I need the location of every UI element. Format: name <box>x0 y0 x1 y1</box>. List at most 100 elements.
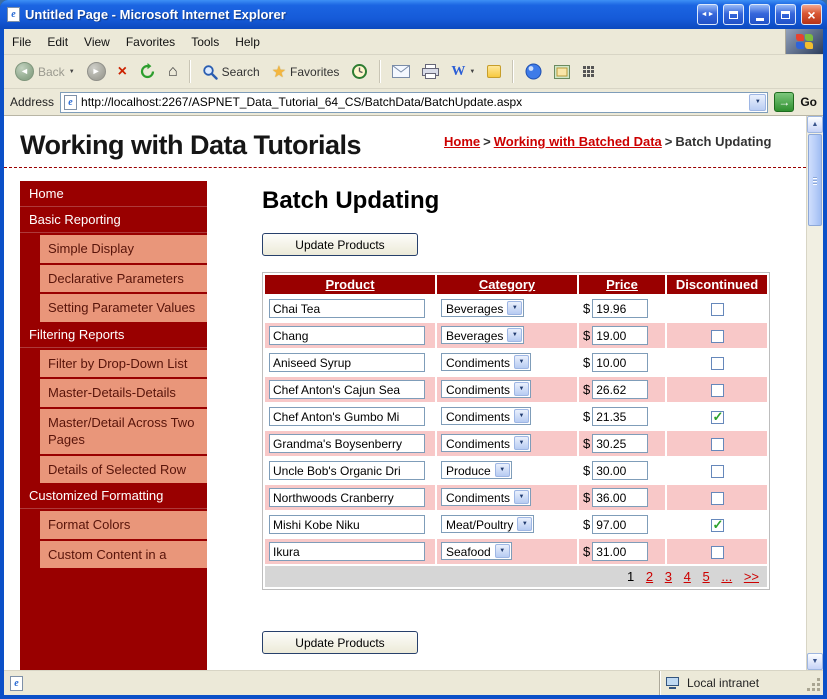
pager-next-link[interactable]: >> <box>744 569 759 584</box>
edit-button[interactable]: W ▼ <box>446 61 480 83</box>
sidebar-item-master-detail-two-pages[interactable]: Master/Detail Across Two Pages <box>40 408 207 454</box>
mail-button[interactable] <box>387 62 415 81</box>
menu-tools[interactable]: Tools <box>183 29 227 54</box>
product-input[interactable] <box>269 380 425 399</box>
sidebar-item-simple-display[interactable]: Simple Display <box>40 235 207 263</box>
discontinued-checkbox[interactable] <box>710 384 724 398</box>
category-select[interactable]: Condiments ▼ <box>441 353 532 371</box>
favorites-button[interactable]: ★ Favorites <box>267 59 345 85</box>
history-button[interactable] <box>346 60 373 83</box>
menu-file[interactable]: File <box>4 29 39 54</box>
sidebar-item-filter-by-dropdown-list[interactable]: Filter by Drop-Down List <box>40 349 207 378</box>
product-input[interactable] <box>269 407 425 426</box>
scroll-up-button[interactable]: ▲ <box>807 116 823 133</box>
product-input[interactable] <box>269 461 425 480</box>
price-input[interactable] <box>592 434 649 453</box>
category-select[interactable]: Beverages ▼ <box>441 326 525 344</box>
discontinued-checkbox[interactable] <box>710 492 724 506</box>
address-input[interactable] <box>81 95 746 109</box>
discontinued-checkbox[interactable] <box>710 330 724 344</box>
close-button[interactable]: × <box>801 4 822 25</box>
category-select[interactable]: Condiments ▼ <box>441 434 532 452</box>
discontinued-checkbox[interactable] <box>710 546 724 560</box>
sidebar-item-setting-parameter-values[interactable]: Setting Parameter Values <box>40 294 207 322</box>
address-dropdown-button[interactable]: ▼ <box>749 93 767 111</box>
minimize-button[interactable] <box>749 4 770 25</box>
update-products-button-top[interactable]: Update Products <box>262 233 418 256</box>
sidebar-item-master-details-details[interactable]: Master-Details-Details <box>40 379 207 407</box>
go-button[interactable]: → <box>774 92 795 112</box>
sidebar-item-format-colors[interactable]: Format Colors <box>40 511 207 539</box>
category-select[interactable]: Beverages ▼ <box>441 299 525 317</box>
column-header-price[interactable]: Price <box>579 275 665 294</box>
column-header-category[interactable]: Category <box>437 275 577 294</box>
price-input[interactable] <box>592 542 649 561</box>
sidebar-item-custom-content[interactable]: Custom Content in a <box>40 540 207 569</box>
research-button[interactable] <box>549 62 575 82</box>
column-header-product[interactable]: Product <box>265 275 435 294</box>
pager-ellipsis-link[interactable]: ... <box>721 569 732 584</box>
price-input[interactable] <box>592 353 649 372</box>
pager-page-link[interactable]: 2 <box>646 569 653 584</box>
pager-page-link[interactable]: 3 <box>665 569 672 584</box>
discontinued-checkbox[interactable] <box>710 517 724 533</box>
product-input[interactable] <box>269 326 425 345</box>
stop-button[interactable]: × <box>113 60 132 84</box>
menu-help[interactable]: Help <box>227 29 268 54</box>
messenger-button[interactable] <box>520 60 547 83</box>
menu-edit[interactable]: Edit <box>39 29 76 54</box>
search-button[interactable]: Search <box>197 61 265 83</box>
pager-page-link[interactable]: 5 <box>702 569 709 584</box>
price-input[interactable] <box>592 380 649 399</box>
menu-favorites[interactable]: Favorites <box>118 29 183 54</box>
price-input[interactable] <box>592 461 649 480</box>
pager-page-link[interactable]: 4 <box>684 569 691 584</box>
product-input[interactable] <box>269 299 425 318</box>
print-button[interactable] <box>417 61 444 82</box>
refresh-button[interactable] <box>134 60 161 83</box>
titlebar-window-button[interactable] <box>723 4 744 25</box>
vertical-scrollbar[interactable]: ▲ ▼ <box>806 116 823 670</box>
resize-grip[interactable] <box>807 671 823 695</box>
menu-view[interactable]: View <box>76 29 118 54</box>
sidebar-section-basic-reporting[interactable]: Basic Reporting <box>20 207 207 233</box>
sidebar-section-customized-formatting[interactable]: Customized Formatting <box>20 483 207 510</box>
price-input[interactable] <box>592 488 649 507</box>
maximize-button[interactable] <box>775 4 796 25</box>
breadcrumb-link-home[interactable]: Home <box>444 134 480 149</box>
discontinued-checkbox[interactable] <box>710 357 724 371</box>
category-select[interactable]: Seafood ▼ <box>441 542 512 560</box>
product-input[interactable] <box>269 488 425 507</box>
price-input[interactable] <box>592 407 649 426</box>
discontinued-checkbox[interactable] <box>710 438 724 452</box>
price-input[interactable] <box>592 326 649 345</box>
product-input[interactable] <box>269 434 425 453</box>
sidebar-item-declarative-parameters[interactable]: Declarative Parameters <box>40 264 207 293</box>
product-input[interactable] <box>269 542 425 561</box>
price-input[interactable] <box>592 299 649 318</box>
quick-links-button[interactable] <box>577 62 600 81</box>
scroll-down-button[interactable]: ▼ <box>807 653 823 670</box>
sidebar-item-details-of-selected-row[interactable]: Details of Selected Row <box>40 455 207 484</box>
category-select[interactable]: Meat/Poultry ▼ <box>441 515 535 533</box>
discontinued-checkbox[interactable] <box>710 465 724 479</box>
product-input[interactable] <box>269 515 425 534</box>
scrollbar-thumb[interactable] <box>808 134 822 226</box>
home-button[interactable]: ⌂ <box>163 60 183 84</box>
update-products-button-bottom[interactable]: Update Products <box>262 631 418 654</box>
price-input[interactable] <box>592 515 649 534</box>
product-input[interactable] <box>269 353 425 372</box>
back-button[interactable]: ◄ Back ▼ <box>10 59 80 84</box>
category-select[interactable]: Condiments ▼ <box>441 380 532 398</box>
sidebar-section-filtering-reports[interactable]: Filtering Reports <box>20 322 207 348</box>
discuss-button[interactable] <box>482 62 506 81</box>
category-select[interactable]: Condiments ▼ <box>441 407 532 425</box>
breadcrumb-link-batched-data[interactable]: Working with Batched Data <box>494 134 662 149</box>
forward-button[interactable]: ► <box>82 59 111 84</box>
sidebar-item-home[interactable]: Home <box>20 181 207 207</box>
discontinued-checkbox[interactable] <box>710 303 724 317</box>
category-select[interactable]: Produce ▼ <box>441 461 512 479</box>
discontinued-checkbox[interactable] <box>710 409 724 425</box>
titlebar-extra-button[interactable]: ◄► <box>697 4 718 25</box>
category-select[interactable]: Condiments ▼ <box>441 488 532 506</box>
